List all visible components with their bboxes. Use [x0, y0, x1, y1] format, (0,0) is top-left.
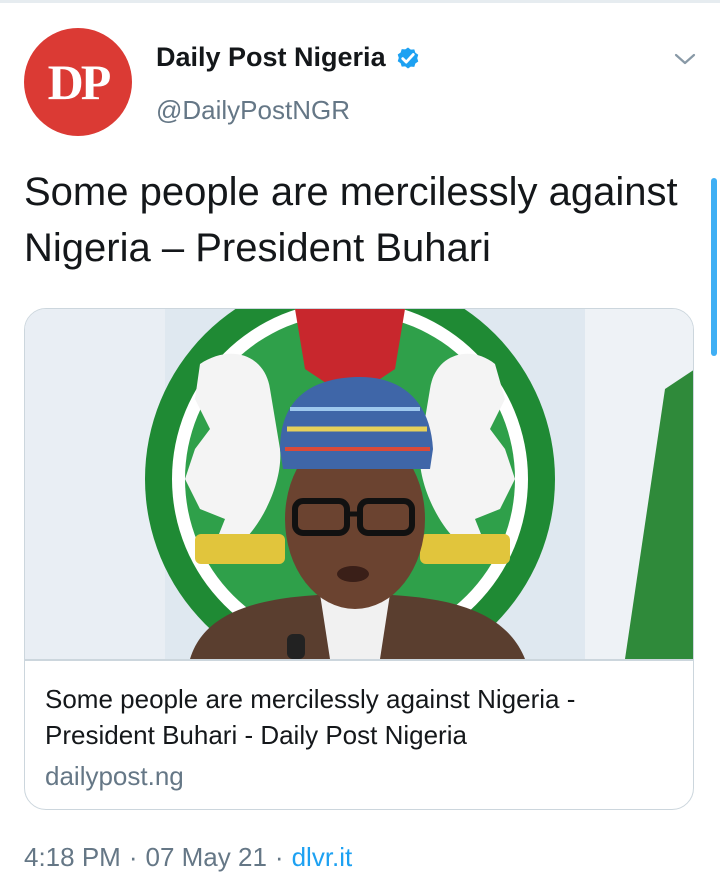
meta-separator: ·	[274, 842, 284, 872]
verified-badge-icon	[397, 47, 418, 68]
link-preview-card[interactable]: Some people are mercilessly against Nige…	[24, 308, 694, 810]
tweet-text: Some people are mercilessly against Nige…	[24, 170, 678, 270]
source-link[interactable]: dlvr.it	[292, 842, 353, 873]
account-name-row: Daily Post Nigeria	[156, 42, 422, 73]
account-handle[interactable]: @DailyPostNGR	[156, 95, 350, 126]
card-divider	[25, 659, 693, 661]
card-domain: dailypost.ng	[45, 761, 184, 791]
top-divider	[0, 0, 720, 3]
tweet-metadata: 4:18 PM · 07 May 21 · dlvr.it	[24, 842, 352, 873]
meta-separator: ·	[128, 842, 138, 872]
tweet-date[interactable]: 07 May 21	[146, 842, 267, 873]
display-name[interactable]: Daily Post Nigeria	[156, 42, 386, 73]
card-title: Some people are mercilessly against Nige…	[45, 684, 576, 750]
avatar-logo-text: DP	[47, 54, 112, 110]
article-photo	[25, 309, 693, 659]
scrollbar[interactable]	[711, 178, 717, 356]
chevron-down-icon[interactable]	[672, 48, 698, 70]
tweet-time[interactable]: 4:18 PM	[24, 842, 121, 873]
avatar[interactable]: DP	[24, 28, 132, 136]
